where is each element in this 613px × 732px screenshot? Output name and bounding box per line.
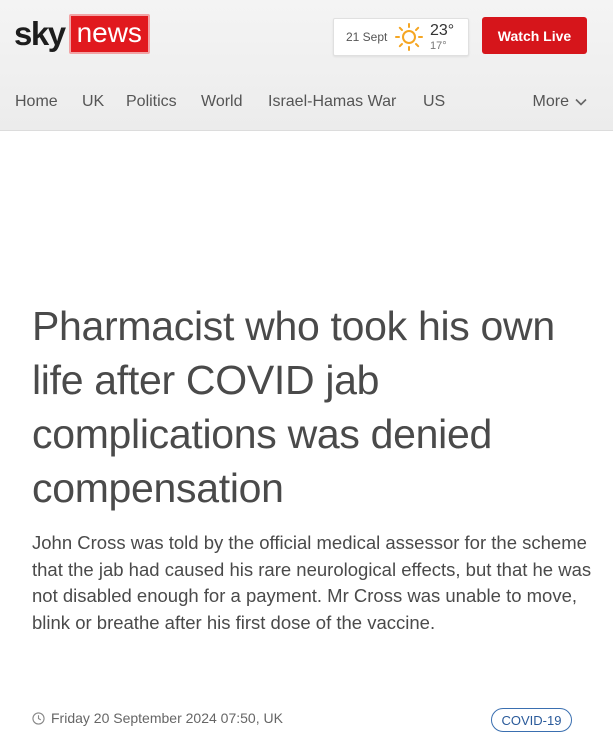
article-headline: Pharmacist who took his own life after C…: [32, 303, 555, 511]
nav-more-button[interactable]: More: [533, 91, 587, 113]
topic-tag-covid-19[interactable]: COVID-19: [491, 708, 572, 732]
sky-news-logo[interactable]: sky news: [14, 14, 150, 54]
weather-temperatures: 23° 17°: [430, 21, 455, 52]
temperature-low: 17°: [430, 39, 447, 52]
nav-item-uk[interactable]: UK: [82, 91, 104, 113]
nav-item-us[interactable]: US: [423, 91, 445, 113]
nav-item-israel-hamas-war[interactable]: Israel-Hamas War: [268, 91, 396, 113]
logo-sky-text: sky: [14, 15, 66, 52]
article-standfirst: John Cross was told by the official medi…: [32, 532, 592, 633]
article-timestamp: Friday 20 September 2024 07:50, UK: [32, 710, 283, 726]
weather-date: 21 Sept: [346, 30, 388, 44]
nav-item-home[interactable]: Home: [15, 91, 58, 113]
site-header: sky news 21 Sept 23° 17° Watch Live Home…: [0, 0, 613, 131]
nav-item-world[interactable]: World: [201, 91, 243, 113]
watch-live-button[interactable]: Watch Live: [482, 17, 587, 54]
logo-news-text: news: [68, 14, 150, 54]
timestamp-text: Friday 20 September 2024 07:50, UK: [51, 710, 283, 726]
main-nav: Home UK Politics World Israel-Hamas War …: [15, 91, 587, 113]
weather-widget[interactable]: 21 Sept 23° 17°: [333, 18, 469, 56]
nav-more-label: More: [532, 93, 569, 110]
clock-icon: [32, 711, 45, 725]
chevron-down-icon: [575, 98, 587, 106]
sun-icon: [395, 23, 423, 51]
temperature-high: 23°: [430, 21, 455, 39]
nav-item-politics[interactable]: Politics: [126, 91, 177, 113]
